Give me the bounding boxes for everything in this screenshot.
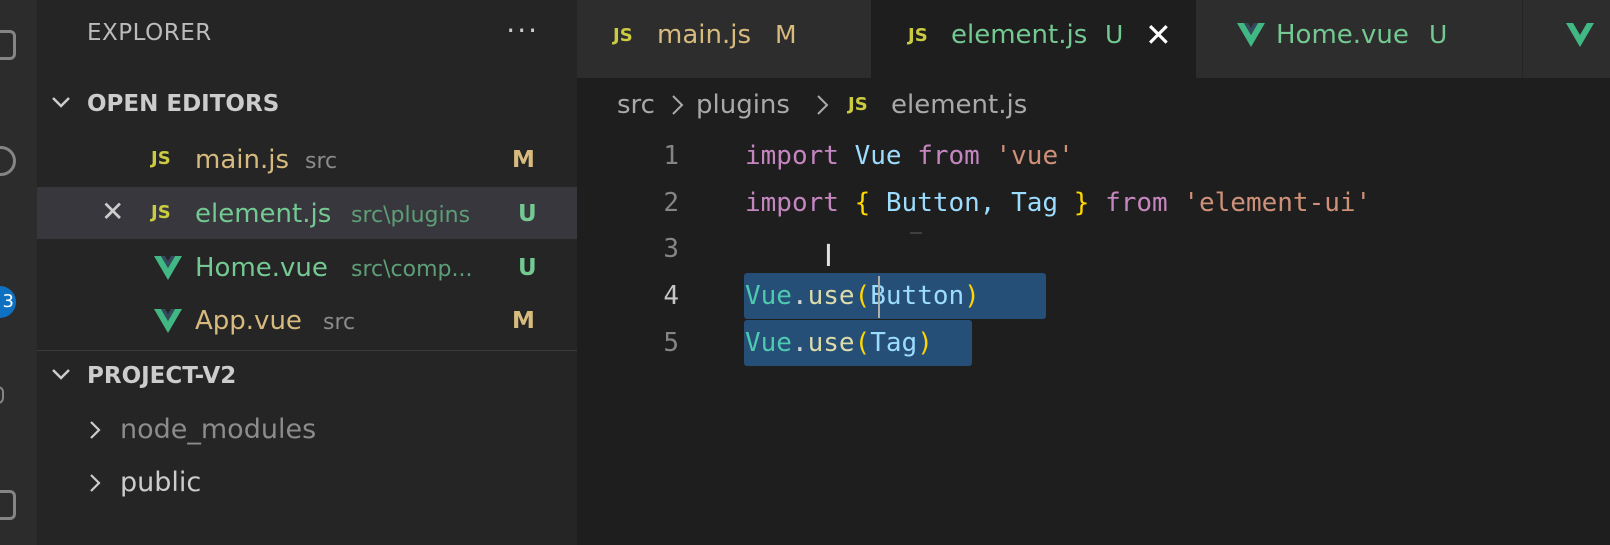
text-cursor	[878, 276, 880, 318]
editor-tab-bar: JS main.js M JS element.js U ✕ Home.vue …	[577, 0, 1610, 78]
chevron-right-icon	[90, 421, 101, 439]
breadcrumb-item[interactable]: src	[617, 90, 655, 120]
vue-icon	[1237, 23, 1265, 47]
run-icon[interactable]	[0, 386, 4, 404]
file-path: src\comp...	[351, 257, 473, 282]
chevron-down-icon	[52, 369, 70, 380]
project-section[interactable]: PROJECT-V2	[37, 354, 577, 400]
tab-status: U	[1429, 20, 1448, 49]
open-editor-app-vue[interactable]: App.vue src M	[37, 296, 577, 348]
vue-icon	[1566, 23, 1594, 47]
open-editors-section[interactable]: OPEN EDITORS	[37, 82, 577, 128]
folder-public[interactable]: public	[37, 458, 577, 510]
tab-home-vue[interactable]: Home.vue U	[1196, 0, 1522, 78]
code-line: 5 Vue.use(Tag)	[577, 320, 1610, 366]
file-path: src	[305, 149, 338, 174]
tab-status: U	[1105, 20, 1124, 49]
line-number: 2	[663, 188, 679, 218]
line-number: 1	[663, 141, 679, 171]
js-file-icon: JS	[848, 94, 868, 115]
file-name: main.js	[195, 145, 289, 175]
file-name: App.vue	[195, 306, 302, 336]
chevron-down-icon	[52, 97, 70, 108]
code-editor[interactable]: 1 import Vue from 'vue' 2 import { Butto…	[577, 130, 1610, 545]
folder-name: node_modules	[120, 414, 317, 445]
open-editor-home-vue[interactable]: Home.vue src\comp... U	[37, 243, 577, 295]
explorer-sidebar: EXPLORER ··· OPEN EDITORS JS main.js src…	[37, 0, 577, 545]
line-number: 5	[663, 328, 679, 358]
explorer-icon[interactable]	[0, 30, 16, 60]
search-icon[interactable]	[0, 146, 16, 176]
file-name: Home.vue	[195, 253, 328, 283]
source-control-badge: 3	[0, 286, 16, 318]
mouse-ibeam-icon: I	[824, 239, 833, 274]
code-line: 2 import { Button, Tag } from 'element-u…	[577, 180, 1610, 226]
more-actions-button[interactable]: ···	[506, 14, 539, 47]
close-icon[interactable]: ✕	[1145, 16, 1172, 54]
chevron-right-icon	[672, 95, 684, 115]
chevron-right-icon	[90, 474, 101, 492]
code-line: 1 import Vue from 'vue'	[577, 133, 1610, 179]
file-path: src	[323, 310, 356, 335]
js-file-icon: JS	[613, 25, 633, 46]
js-file-icon: JS	[908, 25, 928, 46]
git-status-badge: M	[512, 308, 535, 334]
breadcrumb-item[interactable]: element.js	[891, 90, 1027, 120]
open-editor-main-js[interactable]: JS main.js src M	[37, 135, 577, 187]
tab-element-js[interactable]: JS element.js U ✕	[871, 0, 1196, 78]
chevron-right-icon	[817, 95, 829, 115]
tab-main-js[interactable]: JS main.js M	[577, 0, 871, 78]
code-text: Vue.use(Button)	[745, 281, 980, 311]
indent-guide	[910, 232, 922, 234]
extensions-icon[interactable]	[0, 490, 16, 520]
section-divider	[37, 350, 577, 351]
js-file-icon: JS	[151, 202, 171, 223]
project-title: PROJECT-V2	[87, 363, 237, 389]
close-icon[interactable]: ✕	[101, 198, 124, 226]
file-name: element.js	[195, 199, 332, 229]
folder-node-modules[interactable]: node_modules	[37, 405, 577, 457]
code-line: 4 Vue.use(Button)	[577, 273, 1610, 319]
tab-label: main.js	[657, 20, 751, 50]
file-path: src\plugins	[351, 203, 471, 228]
explorer-title: EXPLORER	[87, 20, 212, 46]
tab-label: Home.vue	[1276, 20, 1409, 50]
code-text: Vue.use(Tag)	[745, 328, 933, 358]
activity-bar: 3	[0, 0, 37, 545]
code-text: import { Button, Tag } from 'element-ui'	[745, 188, 1372, 218]
git-status-badge: U	[518, 255, 537, 281]
code-line: 3	[577, 226, 1610, 272]
code-text: import Vue from 'vue'	[745, 141, 1074, 171]
vue-icon	[154, 309, 182, 333]
tab-overflow[interactable]	[1523, 0, 1610, 78]
open-editors-title: OPEN EDITORS	[87, 91, 280, 117]
git-status-badge: U	[518, 201, 537, 227]
vue-icon	[154, 256, 182, 280]
line-number: 4	[663, 281, 679, 311]
tab-status: M	[775, 20, 797, 49]
git-status-badge: M	[512, 147, 535, 173]
folder-name: public	[120, 467, 202, 498]
line-number: 3	[663, 234, 679, 264]
breadcrumb-item[interactable]: plugins	[696, 90, 790, 120]
tab-label: element.js	[951, 20, 1088, 50]
open-editor-element-js[interactable]: ✕ JS element.js src\plugins U	[37, 187, 577, 239]
js-file-icon: JS	[151, 148, 171, 169]
